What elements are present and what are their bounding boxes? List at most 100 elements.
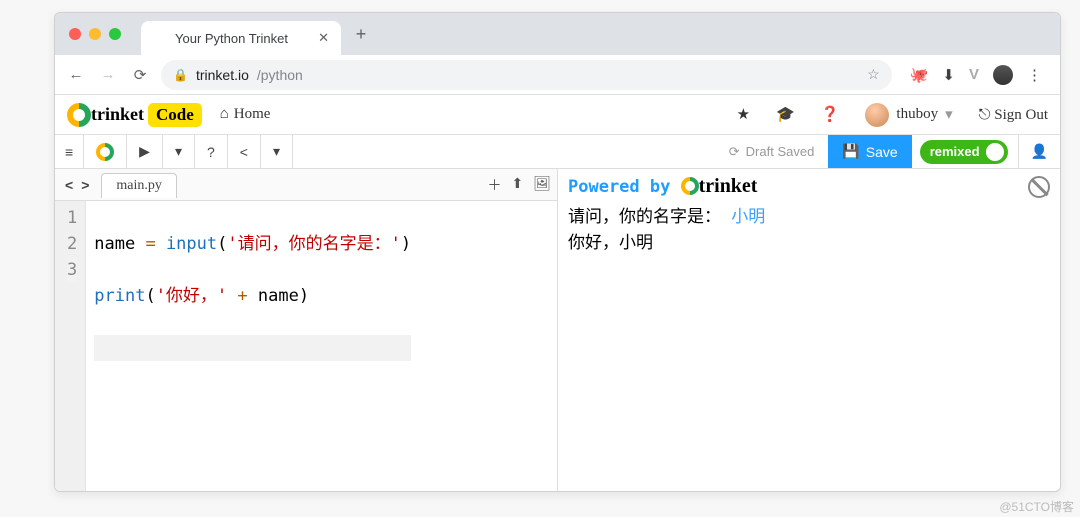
code-editor[interactable]: 1 2 3 name = input('请问，你的名字是：') print('你… [55, 201, 557, 491]
output-line: 请问，你的名字是： 小明 [568, 204, 1050, 230]
user-menu[interactable]: thuboy ▾ [865, 103, 952, 127]
window-controls [55, 28, 135, 40]
code-area[interactable]: name = input('请问，你的名字是：') print('你好，' + … [86, 201, 419, 491]
tok: print [94, 286, 145, 306]
vue-icon[interactable]: V [969, 66, 979, 83]
help-icon[interactable]: ❓ [821, 105, 840, 124]
output-pane: Powered by trinket 请问，你的名字是： 小明 你好，小明 [558, 169, 1060, 491]
chevron-down-icon: ▾ [945, 105, 953, 124]
draft-label: Draft Saved [746, 144, 815, 159]
remixed-label: remixed [930, 144, 980, 159]
home-label: Home [234, 106, 271, 122]
next-file-icon[interactable]: > [77, 177, 93, 193]
bookmark-star-icon[interactable]: ☆ [867, 66, 880, 83]
extension-icons: 🐙 ⬇ V ⋮ [902, 65, 1050, 85]
file-tab[interactable]: main.py [101, 173, 177, 198]
maximize-window-icon[interactable] [109, 28, 121, 40]
tok: = [145, 234, 155, 254]
tok: input [166, 234, 217, 254]
reload-button[interactable]: ⟳ [129, 66, 151, 84]
tok [156, 234, 166, 254]
user-avatar-icon [865, 103, 889, 127]
output-line: 你好，小明 [568, 230, 1050, 256]
browser-menu-icon[interactable]: ⋮ [1027, 66, 1042, 84]
url-host: trinket.io [196, 67, 249, 83]
prev-file-icon[interactable]: < [61, 177, 77, 193]
tok: name) [248, 286, 309, 306]
code-line: print('你好，' + name) [94, 283, 411, 309]
profile-avatar-icon[interactable] [993, 65, 1013, 85]
download-icon[interactable]: ⬇ [942, 66, 955, 84]
home-link[interactable]: ⌂ Home [220, 106, 271, 123]
close-window-icon[interactable] [69, 28, 81, 40]
upload-icon[interactable]: ⬆ [511, 175, 523, 195]
image-icon[interactable]: 🖼 [533, 175, 551, 195]
refresh-icon: ⟳ [729, 144, 740, 160]
toggle-knob-icon [986, 143, 1004, 161]
editor-split: < > main.py ＋ ⬆ 🖼 1 2 3 name = input('请问… [55, 169, 1060, 491]
share-button[interactable]: < [228, 135, 261, 168]
address-bar: ← → ⟳ 🔒 trinket.io/python ☆ 🐙 ⬇ V ⋮ [55, 55, 1060, 95]
browser-window: Your Python Trinket ✕ + ← → ⟳ 🔒 trinket.… [54, 12, 1061, 492]
draft-status: ⟳ Draft Saved [715, 135, 829, 168]
output-header: Powered by trinket [558, 169, 1060, 198]
run-button[interactable]: ▶ [127, 135, 163, 168]
sign-out-link[interactable]: ⎋ Sign Out [979, 106, 1048, 124]
code-line: name = input('请问，你的名字是：') [94, 231, 411, 257]
gutter: 1 2 3 [55, 201, 86, 491]
trinket-icon[interactable] [84, 135, 127, 168]
lock-icon: 🔒 [173, 68, 188, 82]
add-file-icon[interactable]: ＋ [487, 175, 501, 195]
forward-button: → [97, 66, 119, 83]
github-icon[interactable]: 🐙 [910, 66, 929, 84]
line-number: 1 [67, 205, 77, 231]
browser-tab[interactable]: Your Python Trinket ✕ [141, 21, 341, 55]
tok [227, 286, 237, 306]
sign-out-label: Sign Out [994, 107, 1048, 123]
tab-title: Your Python Trinket [175, 31, 288, 46]
help-button[interactable]: ? [195, 135, 228, 168]
new-tab-button[interactable]: + [347, 24, 375, 45]
close-tab-icon[interactable]: ✕ [318, 30, 329, 46]
omnibox[interactable]: 🔒 trinket.io/python ☆ [161, 60, 892, 90]
star-icon[interactable]: ★ [737, 105, 750, 124]
sign-out-icon: ⎋ [979, 107, 991, 123]
code-line [94, 335, 411, 361]
watermark: @51CTO博客 [999, 498, 1074, 515]
trinket-logo-icon [67, 103, 91, 127]
code-badge: Code [148, 103, 202, 127]
powered-label: Powered by [568, 177, 681, 197]
stop-icon[interactable] [1028, 176, 1050, 198]
tok: ( [145, 286, 155, 306]
tok: ) [401, 234, 411, 254]
tok: ( [217, 234, 227, 254]
powered-brand: trinket [699, 175, 758, 197]
url-path: /python [257, 67, 303, 83]
save-label: Save [866, 144, 898, 160]
editor-toolbar: ≡ ▶ ▾ ? < ▾ ⟳ Draft Saved 💾 Save remixed 👤 [55, 135, 1060, 169]
console-output[interactable]: 请问，你的名字是： 小明 你好，小明 [558, 198, 1060, 262]
site-header: trinket Code ⌂ Home ★ 🎓 ❓ thuboy ▾ ⎋ Sign… [55, 95, 1060, 135]
save-button[interactable]: 💾 Save [828, 135, 911, 168]
prompt-text: 请问，你的名字是： [568, 207, 731, 227]
line-number: 2 [67, 231, 77, 257]
tok: name [94, 234, 145, 254]
back-button[interactable]: ← [65, 66, 87, 83]
user-input-text: 小明 [731, 207, 765, 227]
powered-by: Powered by trinket [568, 175, 757, 198]
minimize-window-icon[interactable] [89, 28, 101, 40]
graduation-cap-icon[interactable]: 🎓 [776, 105, 795, 124]
trinket-logo-icon [681, 177, 699, 195]
home-icon: ⌂ [220, 106, 229, 122]
favicon-icon [151, 30, 167, 46]
save-icon: 💾 [842, 143, 859, 160]
run-dropdown[interactable]: ▾ [163, 135, 195, 168]
tok: '请问，你的名字是：' [227, 234, 400, 254]
account-icon[interactable]: 👤 [1018, 135, 1060, 168]
more-dropdown[interactable]: ▾ [261, 135, 293, 168]
username: thuboy [896, 106, 938, 123]
menu-icon[interactable]: ≡ [55, 135, 84, 168]
browser-tab-strip: Your Python Trinket ✕ + [55, 13, 1060, 55]
remixed-toggle[interactable]: remixed [920, 140, 1008, 164]
brand-name[interactable]: trinket [91, 104, 144, 125]
